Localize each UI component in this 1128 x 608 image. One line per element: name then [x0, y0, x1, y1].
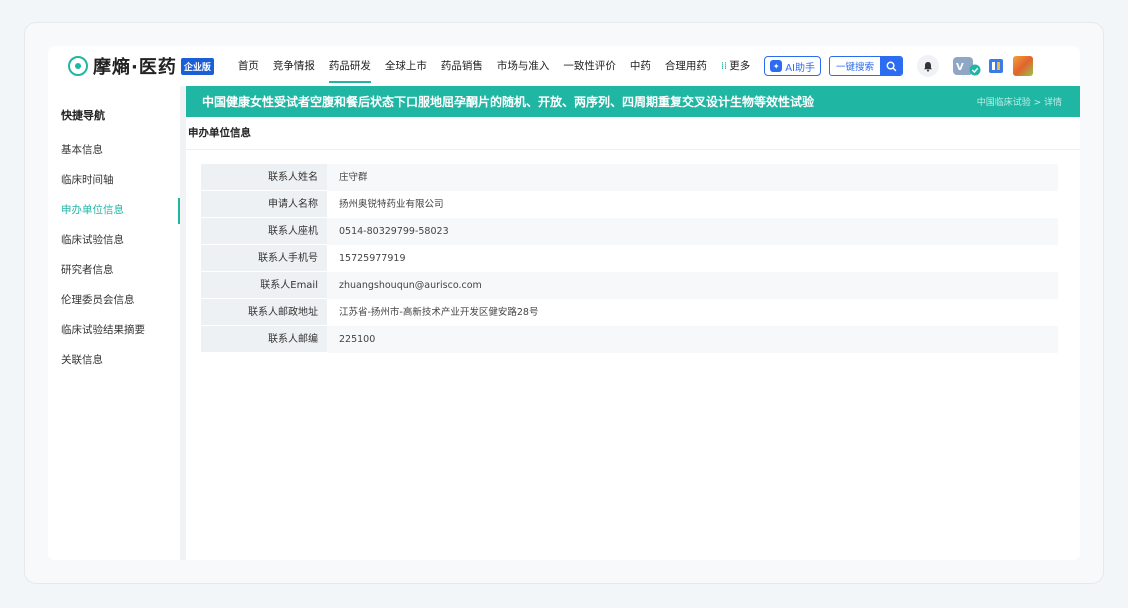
- nav-item-rational-use[interactable]: 合理用药: [665, 46, 707, 87]
- avatar[interactable]: [1013, 56, 1034, 76]
- logo[interactable]: 摩熵·医药 企业版: [68, 53, 214, 79]
- row-value: 15725977919: [327, 245, 1058, 272]
- nav-more-label: 更多: [729, 59, 751, 72]
- sidebar-item-results-summary[interactable]: 临床试验结果摘要: [48, 315, 180, 345]
- table-row: 申请人名称 扬州奥锐特药业有限公司: [201, 191, 1058, 218]
- main-nav: 首页 竞争情报 药品研发 全球上市 药品销售 市场与准入 一致性评价 中药 合理…: [238, 46, 764, 87]
- ai-icon: ✦: [770, 60, 783, 72]
- ai-assistant-label: AI助手: [785, 62, 816, 74]
- sidebar-item-investigator-info[interactable]: 研究者信息: [48, 255, 180, 285]
- vip-icon: V: [953, 57, 981, 76]
- table-row: 联系人邮政地址 江苏省-扬州市-高新技术产业开发区健安路28号: [201, 299, 1058, 326]
- sponsor-info-table: 联系人姓名 庄守群 申请人名称 扬州奥锐特药业有限公司 联系人座机 0514-8…: [201, 164, 1058, 353]
- app-window: 摩熵·医药 企业版 首页 竞争情报 药品研发 全球上市 药品销售 市场与准入 一…: [48, 46, 1080, 560]
- row-label: 联系人邮编: [201, 326, 327, 353]
- nav-item-more[interactable]: ⁞⁞ 更多: [721, 46, 750, 87]
- row-value: zhuangshouqun@aurisco.com: [327, 272, 1058, 299]
- grid-dots-icon: ⁞⁞: [720, 60, 728, 72]
- main-content: 中国健康女性受试者空腹和餐后状态下口服地屈孕酮片的随机、开放、两序列、四周期重复…: [186, 86, 1080, 560]
- row-value: 庄守群: [327, 164, 1058, 191]
- nav-item-global-launch[interactable]: 全球上市: [385, 46, 427, 87]
- row-label: 联系人姓名: [201, 164, 327, 191]
- quick-nav-sidebar: 快捷导航 基本信息 临床时间轴 申办单位信息 临床试验信息 研究者信息 伦理委员…: [48, 86, 180, 560]
- logo-icon: [68, 56, 88, 76]
- sidebar-item-ethics-committee[interactable]: 伦理委员会信息: [48, 285, 180, 315]
- breadcrumb[interactable]: 中国临床试验 > 详情: [977, 95, 1062, 108]
- book-icon[interactable]: [987, 57, 1005, 75]
- row-label: 联系人手机号: [201, 245, 327, 272]
- row-value: 0514-80329799-58023: [327, 218, 1058, 245]
- nav-item-market-access[interactable]: 市场与准入: [497, 46, 550, 87]
- search-icon: [886, 61, 896, 71]
- table-row: 联系人座机 0514-80329799-58023: [201, 218, 1058, 245]
- nav-item-consistency-eval[interactable]: 一致性评价: [563, 46, 616, 87]
- logo-text: 摩熵·医药: [93, 57, 177, 78]
- vip-badge[interactable]: V: [953, 56, 981, 76]
- nav-item-home[interactable]: 首页: [238, 46, 259, 87]
- section-title: 申办单位信息: [186, 117, 1080, 150]
- sidebar-item-basic-info[interactable]: 基本信息: [48, 135, 180, 165]
- trial-title-bar: 中国健康女性受试者空腹和餐后状态下口服地屈孕酮片的随机、开放、两序列、四周期重复…: [186, 86, 1080, 117]
- sidebar-item-trial-info[interactable]: 临床试验信息: [48, 225, 180, 255]
- page-title: 中国健康女性受试者空腹和餐后状态下口服地屈孕酮片的随机、开放、两序列、四周期重复…: [202, 95, 815, 109]
- table-row: 联系人手机号 15725977919: [201, 245, 1058, 272]
- row-label: 申请人名称: [201, 191, 327, 218]
- table-row: 联系人姓名 庄守群: [201, 164, 1058, 191]
- sidebar-item-sponsor-info[interactable]: 申办单位信息: [48, 195, 180, 225]
- table-row: 联系人Email zhuangshouqun@aurisco.com: [201, 272, 1058, 299]
- notification-button[interactable]: [917, 55, 940, 77]
- nav-item-drug-rnd[interactable]: 药品研发: [328, 46, 371, 87]
- row-value: 扬州奥锐特药业有限公司: [327, 191, 1058, 218]
- nav-item-drug-sales[interactable]: 药品销售: [441, 46, 483, 87]
- row-label: 联系人座机: [201, 218, 327, 245]
- svg-text:V: V: [956, 62, 964, 73]
- nav-item-tcm[interactable]: 中药: [630, 46, 651, 87]
- quick-search[interactable]: 一键搜索: [829, 56, 904, 76]
- row-label: 联系人邮政地址: [201, 299, 327, 326]
- top-navigation-bar: 摩熵·医药 企业版 首页 竞争情报 药品研发 全球上市 药品销售 市场与准入 一…: [48, 46, 1080, 86]
- sidebar-item-timeline[interactable]: 临床时间轴: [48, 165, 180, 195]
- edition-badge: 企业版: [180, 57, 214, 75]
- search-button[interactable]: [880, 57, 903, 75]
- row-label: 联系人Email: [201, 272, 327, 299]
- nav-item-competitive-intel[interactable]: 竞争情报: [273, 46, 315, 87]
- row-value: 江苏省-扬州市-高新技术产业开发区健安路28号: [327, 299, 1058, 326]
- row-value: 225100: [327, 326, 1058, 353]
- table-row: 联系人邮编 225100: [201, 326, 1058, 353]
- sidebar-item-related-info[interactable]: 关联信息: [48, 345, 180, 375]
- quick-search-label: 一键搜索: [836, 62, 875, 73]
- sidebar-title: 快捷导航: [61, 109, 105, 122]
- ai-assistant-button[interactable]: ✦ AI助手: [764, 56, 822, 76]
- bell-icon: [924, 61, 933, 72]
